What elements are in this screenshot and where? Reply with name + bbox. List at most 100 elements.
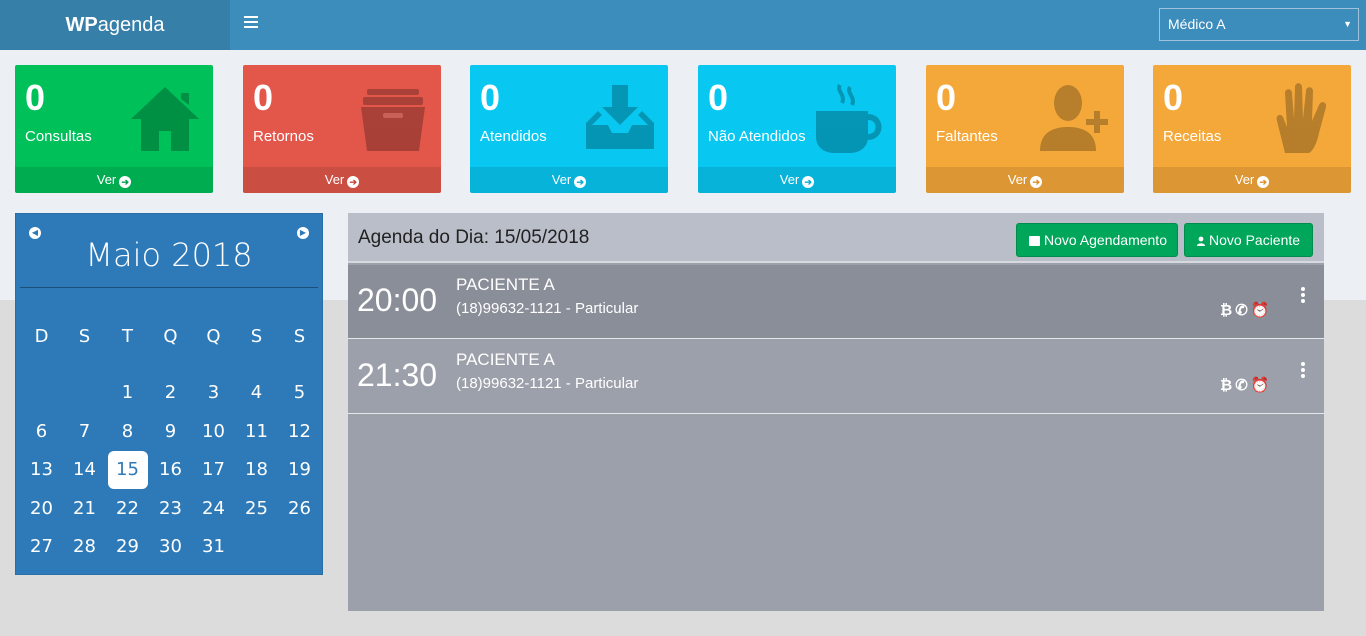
appointment-info: (18)99632-1121 - Particular [456, 300, 639, 317]
new-appointment-button[interactable]: Novo Agendamento [1016, 223, 1178, 257]
calendar-day[interactable]: 31 [192, 528, 235, 567]
stat-more-link[interactable]: Ver ➔ [15, 167, 213, 193]
stat-label: Consultas [25, 128, 92, 145]
calendar-day[interactable]: 25 [235, 490, 278, 529]
calendar-day[interactable]: 5 [278, 374, 321, 413]
stat-value: 0 [25, 77, 46, 118]
arrow-circle-right-icon: ➔ [1030, 176, 1043, 188]
calendar-day[interactable]: 9 [149, 413, 192, 452]
calendar-day[interactable]: 24 [192, 490, 235, 529]
stat-box-consultas: 0 Consultas Ver ➔ [15, 65, 213, 193]
calendar-day[interactable]: 16 [149, 451, 192, 490]
calendar-weekday: Q [163, 326, 178, 347]
calendar-day[interactable]: 23 [149, 490, 192, 529]
stat-more-link[interactable]: Ver ➔ [470, 167, 668, 193]
calendar-day[interactable]: 17 [192, 451, 235, 490]
stat-value: 0 [480, 77, 501, 118]
calendar-day[interactable]: 20 [20, 490, 63, 529]
calendar-day[interactable]: 4 [235, 374, 278, 413]
new-patient-label: Novo Paciente [1209, 232, 1301, 248]
appointment-info: (18)99632-1121 - Particular [456, 375, 639, 392]
logo-text: agenda [97, 14, 165, 36]
stat-value: 0 [1163, 77, 1184, 118]
stat-label: Receitas [1163, 128, 1222, 145]
stat-box-faltantes: 0 Faltantes Ver ➔ [926, 65, 1124, 193]
calendar-weekday: S [293, 326, 306, 347]
calendar-day[interactable]: 12 [278, 413, 321, 452]
calendar-week-row: 13 14 15 16 17 18 19 [20, 451, 322, 490]
calendar-empty-cell [63, 374, 106, 413]
calendar-day[interactable]: 27 [20, 528, 63, 567]
stat-more-link[interactable]: Ver ➔ [243, 167, 441, 193]
calendar-week-row: 27 28 29 30 31 [20, 528, 322, 567]
calendar-day[interactable]: 11 [235, 413, 278, 452]
phone-icon[interactable]: ✆ [1235, 302, 1248, 320]
calendar-day[interactable]: 22 [106, 490, 149, 529]
calendar-day[interactable]: 2 [149, 374, 192, 413]
stat-more-link[interactable]: Ver ➔ [1153, 167, 1351, 193]
coffee-cup-icon [816, 83, 882, 153]
calendar-grid: D S T Q Q S S 1 2 3 4 5 6 7 8 9 10 11 12 13 14 15 16 17 18 19 20 21… [20, 327, 322, 567]
appointment-time: 21:30 [357, 357, 438, 393]
more-options-icon[interactable] [1298, 287, 1308, 307]
new-patient-button[interactable]: Novo Paciente [1184, 223, 1314, 257]
app-logo[interactable]: WPagenda [0, 0, 230, 50]
inbox-download-icon [586, 85, 654, 149]
stat-label: Retornos [253, 128, 314, 145]
calendar-day[interactable]: 14 [63, 451, 106, 490]
appointment-time: 20:00 [357, 282, 438, 318]
user-icon [1197, 236, 1205, 246]
arrow-circle-right-icon: ➔ [1257, 176, 1270, 188]
arrow-circle-right-icon: ➔ [347, 176, 360, 188]
doctor-select[interactable]: Médico A ▼ [1159, 8, 1359, 41]
alarm-clock-icon[interactable]: ⏰ [1251, 377, 1270, 395]
stat-more-link[interactable]: Ver ➔ [926, 167, 1124, 193]
calendar-day[interactable]: 19 [278, 451, 321, 490]
menu-toggle-icon[interactable] [244, 16, 258, 30]
stat-box-retornos: 0 Retornos Ver ➔ [243, 65, 441, 193]
calendar-day[interactable]: 21 [63, 490, 106, 529]
calendar-day[interactable]: 30 [149, 528, 192, 567]
calendar-day[interactable]: 15 [106, 451, 149, 490]
stat-more-link[interactable]: Ver ➔ [698, 167, 896, 193]
alarm-clock-icon[interactable]: ⏰ [1251, 302, 1270, 320]
calendar-day[interactable]: 26 [278, 490, 321, 529]
arrow-circle-right-icon: ➔ [119, 176, 132, 188]
new-appointment-label: Novo Agendamento [1044, 232, 1167, 248]
calendar-day[interactable]: 1 [106, 374, 149, 413]
calendar-widget: ◀ ▶ Maio 2018 D S T Q Q S S 1 2 3 4 5 6 7 8 9 10 11 12 13 14… [15, 213, 323, 575]
calendar-day[interactable]: 10 [192, 413, 235, 452]
calendar-weekday-row: DSTQQSS [20, 327, 322, 374]
calendar-day[interactable]: 29 [106, 528, 149, 567]
appointment-patient-name: PACIENTE A [456, 275, 555, 294]
calendar-weekday: S [78, 326, 91, 347]
agenda-panel: Agenda do Dia: 15/05/2018 Novo Agendamen… [348, 213, 1324, 611]
appointment-actions: ₿ ✆ ⏰ [1220, 302, 1270, 320]
appointment-patient-name: PACIENTE A [456, 350, 555, 369]
arrow-circle-right-icon: ➔ [574, 176, 587, 188]
appointment-item[interactable]: 21:30 PACIENTE A (18)99632-1121 - Partic… [348, 340, 1324, 414]
calendar-weekday: T [122, 326, 133, 347]
calendar-day[interactable]: 8 [106, 413, 149, 452]
home-icon [131, 87, 199, 151]
calendar-day[interactable]: 18 [235, 451, 278, 490]
stat-value: 0 [936, 77, 957, 118]
phone-icon[interactable]: ✆ [1235, 377, 1248, 395]
appointment-item[interactable]: 20:00 PACIENTE A (18)99632-1121 - Partic… [348, 265, 1324, 339]
calendar-day[interactable]: 6 [20, 413, 63, 452]
calendar-empty-cell [235, 528, 278, 567]
stat-value: 0 [708, 77, 729, 118]
bitcoin-icon[interactable]: ₿ [1220, 377, 1232, 395]
calendar-day[interactable]: 13 [20, 451, 63, 490]
more-options-icon[interactable] [1298, 362, 1308, 382]
user-add-icon [1040, 85, 1108, 151]
calendar-day[interactable]: 7 [63, 413, 106, 452]
calendar-weekday: S [250, 326, 263, 347]
stat-box-receitas: 0 Receitas Ver ➔ [1153, 65, 1351, 193]
calendar-divider [20, 287, 318, 288]
hand-icon [1276, 83, 1327, 153]
stat-value: 0 [253, 77, 274, 118]
bitcoin-icon[interactable]: ₿ [1220, 302, 1232, 320]
calendar-day[interactable]: 3 [192, 374, 235, 413]
calendar-day[interactable]: 28 [63, 528, 106, 567]
